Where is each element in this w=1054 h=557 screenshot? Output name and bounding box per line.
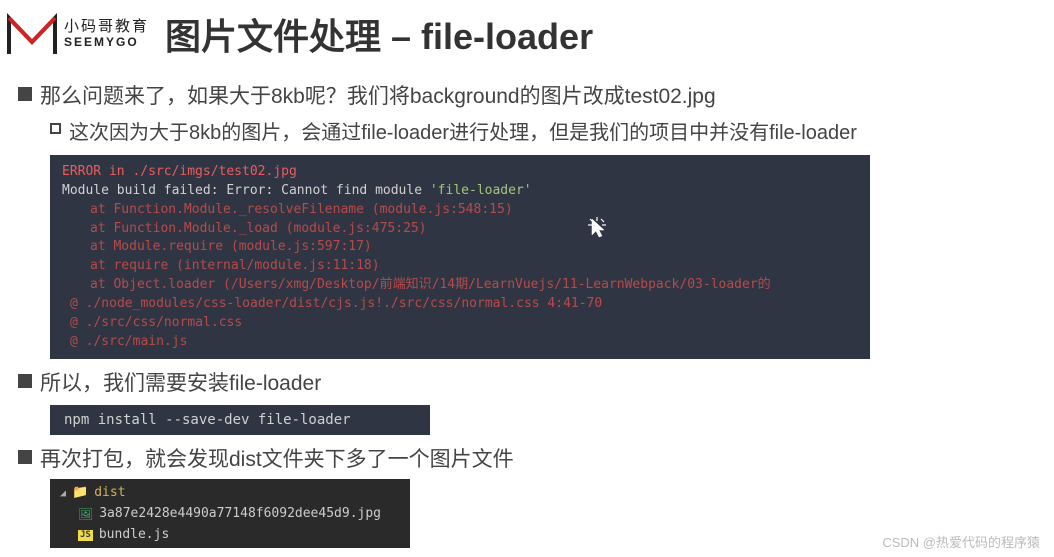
logo-en-text: SEEMYGO <box>64 36 149 49</box>
stack-trace-line: at Function.Module._load (module.js:475:… <box>62 220 858 239</box>
image-file-name: 3a87e2428e4490a77148f6092dee45d9.jpg <box>99 504 381 525</box>
chevron-down-icon: ◢ <box>60 486 66 502</box>
bullet-1-sub-text: 这次因为大于8kb的图片，会通过file-loader进行处理，但是我们的项目中… <box>69 116 857 145</box>
folder-icon: 📁 <box>72 483 88 504</box>
bullet-1-text: 那么问题来了，如果大于8kb呢？我们将background的图片改成test02… <box>40 80 716 110</box>
bullet-marker-icon <box>18 450 32 464</box>
tree-file-row: 🖼 3a87e2428e4490a77148f6092dee45d9.jpg <box>60 504 400 525</box>
file-tree: ◢ 📁 dist 🖼 3a87e2428e4490a77148f6092dee4… <box>50 479 410 547</box>
js-file-name: bundle.js <box>99 525 169 546</box>
watermark: CSDN @热爱代码的程序猿 <box>882 532 1040 551</box>
bullet-1: 那么问题来了，如果大于8kb呢？我们将background的图片改成test02… <box>18 80 1036 110</box>
bullet-3: 再次打包，就会发现dist文件夹下多了一个图片文件 <box>18 443 1036 473</box>
stack-at-line: @ ./node_modules/css-loader/dist/cjs.js!… <box>62 295 858 314</box>
error-module-name: 'file-loader' <box>430 183 532 198</box>
stack-at-line: @ ./src/main.js <box>62 333 858 352</box>
stack-trace-line: at Module.require (module.js:597:17) <box>62 238 858 257</box>
logo-icon <box>6 12 58 56</box>
header: 小码哥教育 SEEMYGO 图片文件处理 – file-loader <box>0 0 1054 68</box>
stack-trace-line: at require (internal/module.js:11:18) <box>62 257 858 276</box>
sub-bullet-marker-icon <box>50 123 61 134</box>
bullet-marker-icon <box>18 87 32 101</box>
error-terminal: ERROR in ./src/imgs/test02.jpg Module bu… <box>50 155 870 359</box>
page-title: 图片文件处理 – file-loader <box>165 8 593 60</box>
js-file-icon: JS <box>78 530 93 541</box>
bullet-3-text: 再次打包，就会发现dist文件夹下多了一个图片文件 <box>40 443 514 473</box>
logo: 小码哥教育 SEEMYGO <box>6 12 149 56</box>
folder-name: dist <box>94 483 125 504</box>
tree-file-row: JS bundle.js <box>60 525 400 546</box>
stack-trace-line: at Object.loader (/Users/xmg/Desktop/前端知… <box>62 276 858 295</box>
content: 那么问题来了，如果大于8kb呢？我们将background的图片改成test02… <box>0 68 1054 552</box>
bullet-2: 所以，我们需要安装file-loader <box>18 367 1036 397</box>
stack-trace-line: at Function.Module._resolveFilename (mod… <box>62 201 858 220</box>
error-msg-prefix: Module build failed: Error: Cannot find … <box>62 183 430 198</box>
bullet-2-text: 所以，我们需要安装file-loader <box>40 367 321 397</box>
install-terminal: npm install --save-dev file-loader <box>50 405 430 435</box>
error-header: ERROR in ./src/imgs/test02.jpg <box>62 163 858 182</box>
image-file-icon: 🖼 <box>78 505 93 524</box>
logo-cn-text: 小码哥教育 <box>64 19 149 36</box>
cursor-icon <box>588 217 608 247</box>
error-message: Module build failed: Error: Cannot find … <box>62 182 858 201</box>
stack-at-line: @ ./src/css/normal.css <box>62 314 858 333</box>
bullet-1-sub: 这次因为大于8kb的图片，会通过file-loader进行处理，但是我们的项目中… <box>50 116 1036 145</box>
install-command: npm install --save-dev file-loader <box>64 412 351 428</box>
tree-root-row: ◢ 📁 dist <box>60 483 400 504</box>
bullet-marker-icon <box>18 374 32 388</box>
